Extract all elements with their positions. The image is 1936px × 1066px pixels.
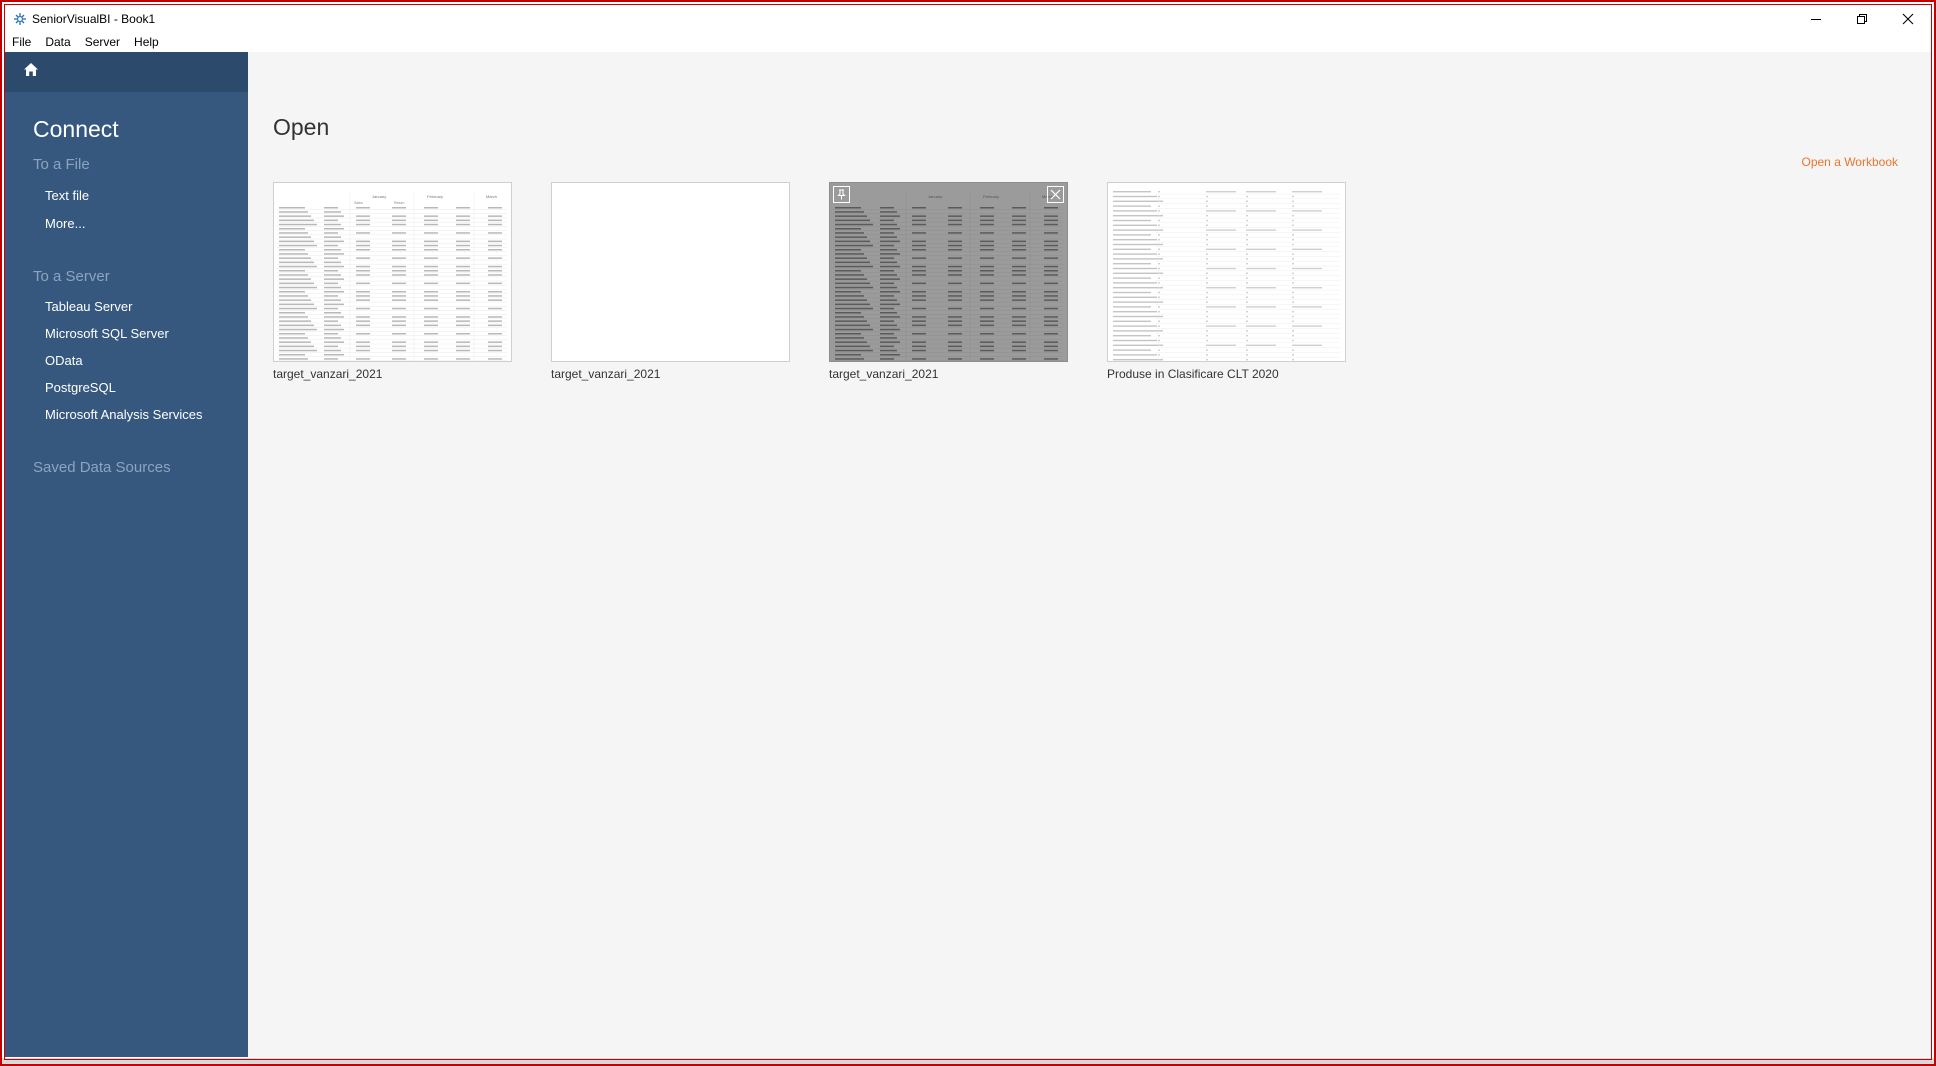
connect-title: Connect (33, 116, 119, 142)
remove-icon (1050, 189, 1061, 200)
window-title: SeniorVisualBI - Book1 (32, 12, 156, 26)
pin-icon (837, 189, 846, 200)
menu-file[interactable]: File (5, 33, 38, 52)
open-workbook-link[interactable]: Open a Workbook (1802, 155, 1899, 169)
preview-header-month: January (928, 194, 942, 199)
list-preview-graphic (1113, 191, 1340, 361)
to-a-server-heading: To a Server (33, 268, 110, 285)
preview-header-month: February (983, 194, 999, 199)
to-a-file-heading: To a File (33, 156, 90, 173)
restore-button[interactable] (1839, 5, 1885, 33)
workbook-preview (1107, 182, 1346, 362)
preview-header-month: January (372, 194, 386, 199)
connect-text-file[interactable]: Text file (45, 188, 89, 203)
connect-more[interactable]: More... (45, 216, 85, 231)
workbook-name[interactable]: target_vanzari_2021 (273, 367, 382, 381)
menu-help[interactable]: Help (127, 33, 166, 52)
menu-server[interactable]: Server (78, 33, 127, 52)
workbook-name[interactable]: target_vanzari_2021 (829, 367, 938, 381)
menu-bar: File Data Server Help (5, 33, 1931, 52)
table-preview-graphic: January February March Sales Return (277, 191, 507, 361)
open-title: Open (273, 114, 330, 140)
preview-header-month: February (427, 194, 443, 199)
connect-analysis-services[interactable]: Microsoft Analysis Services (45, 407, 203, 422)
minimize-icon (1811, 19, 1821, 20)
connect-sql-server[interactable]: Microsoft SQL Server (45, 326, 169, 341)
home-bar (5, 52, 248, 92)
close-button[interactable] (1885, 5, 1931, 33)
open-pane: Open Open a Workbook January February Ma… (248, 52, 1931, 1057)
workbook-name[interactable]: target_vanzari_2021 (551, 367, 660, 381)
workbook-preview (551, 182, 790, 362)
workbook-preview: January February March (829, 182, 1068, 362)
connect-sidebar: Connect To a File Text file More... To a… (5, 52, 248, 1057)
restore-icon (1857, 14, 1867, 24)
workbook-preview: January February March Sales Return (273, 182, 512, 362)
preview-header-month: March (486, 194, 497, 199)
minimize-button[interactable] (1793, 5, 1839, 33)
workbook-thumbnail[interactable]: Produse in Clasificare CLT 2020 (1107, 182, 1346, 381)
workbook-thumbnail[interactable]: January February March Sales Return targ… (273, 182, 512, 381)
close-icon (1902, 13, 1914, 25)
menu-data[interactable]: Data (38, 33, 77, 52)
table-preview-graphic: January February March (833, 191, 1063, 361)
home-icon[interactable] (23, 62, 39, 82)
title-bar: SeniorVisualBI - Book1 (5, 5, 1931, 33)
workbook-thumbnail[interactable]: target_vanzari_2021 (551, 182, 790, 381)
connect-postgresql[interactable]: PostgreSQL (45, 380, 116, 395)
connect-odata[interactable]: OData (45, 353, 83, 368)
app-logo-icon (12, 11, 28, 27)
saved-data-sources-heading[interactable]: Saved Data Sources (33, 459, 171, 476)
preview-header-sub: Return (394, 201, 405, 205)
connect-tableau-server[interactable]: Tableau Server (45, 299, 132, 314)
workbook-name[interactable]: Produse in Clasificare CLT 2020 (1107, 367, 1279, 381)
workbook-thumbnail[interactable]: January February March target_vanzari_20… (829, 182, 1068, 381)
preview-header-sub: Sales (354, 201, 363, 205)
taskbar (0, 1058, 1936, 1066)
remove-button[interactable] (1047, 186, 1064, 203)
pin-button[interactable] (833, 186, 850, 203)
